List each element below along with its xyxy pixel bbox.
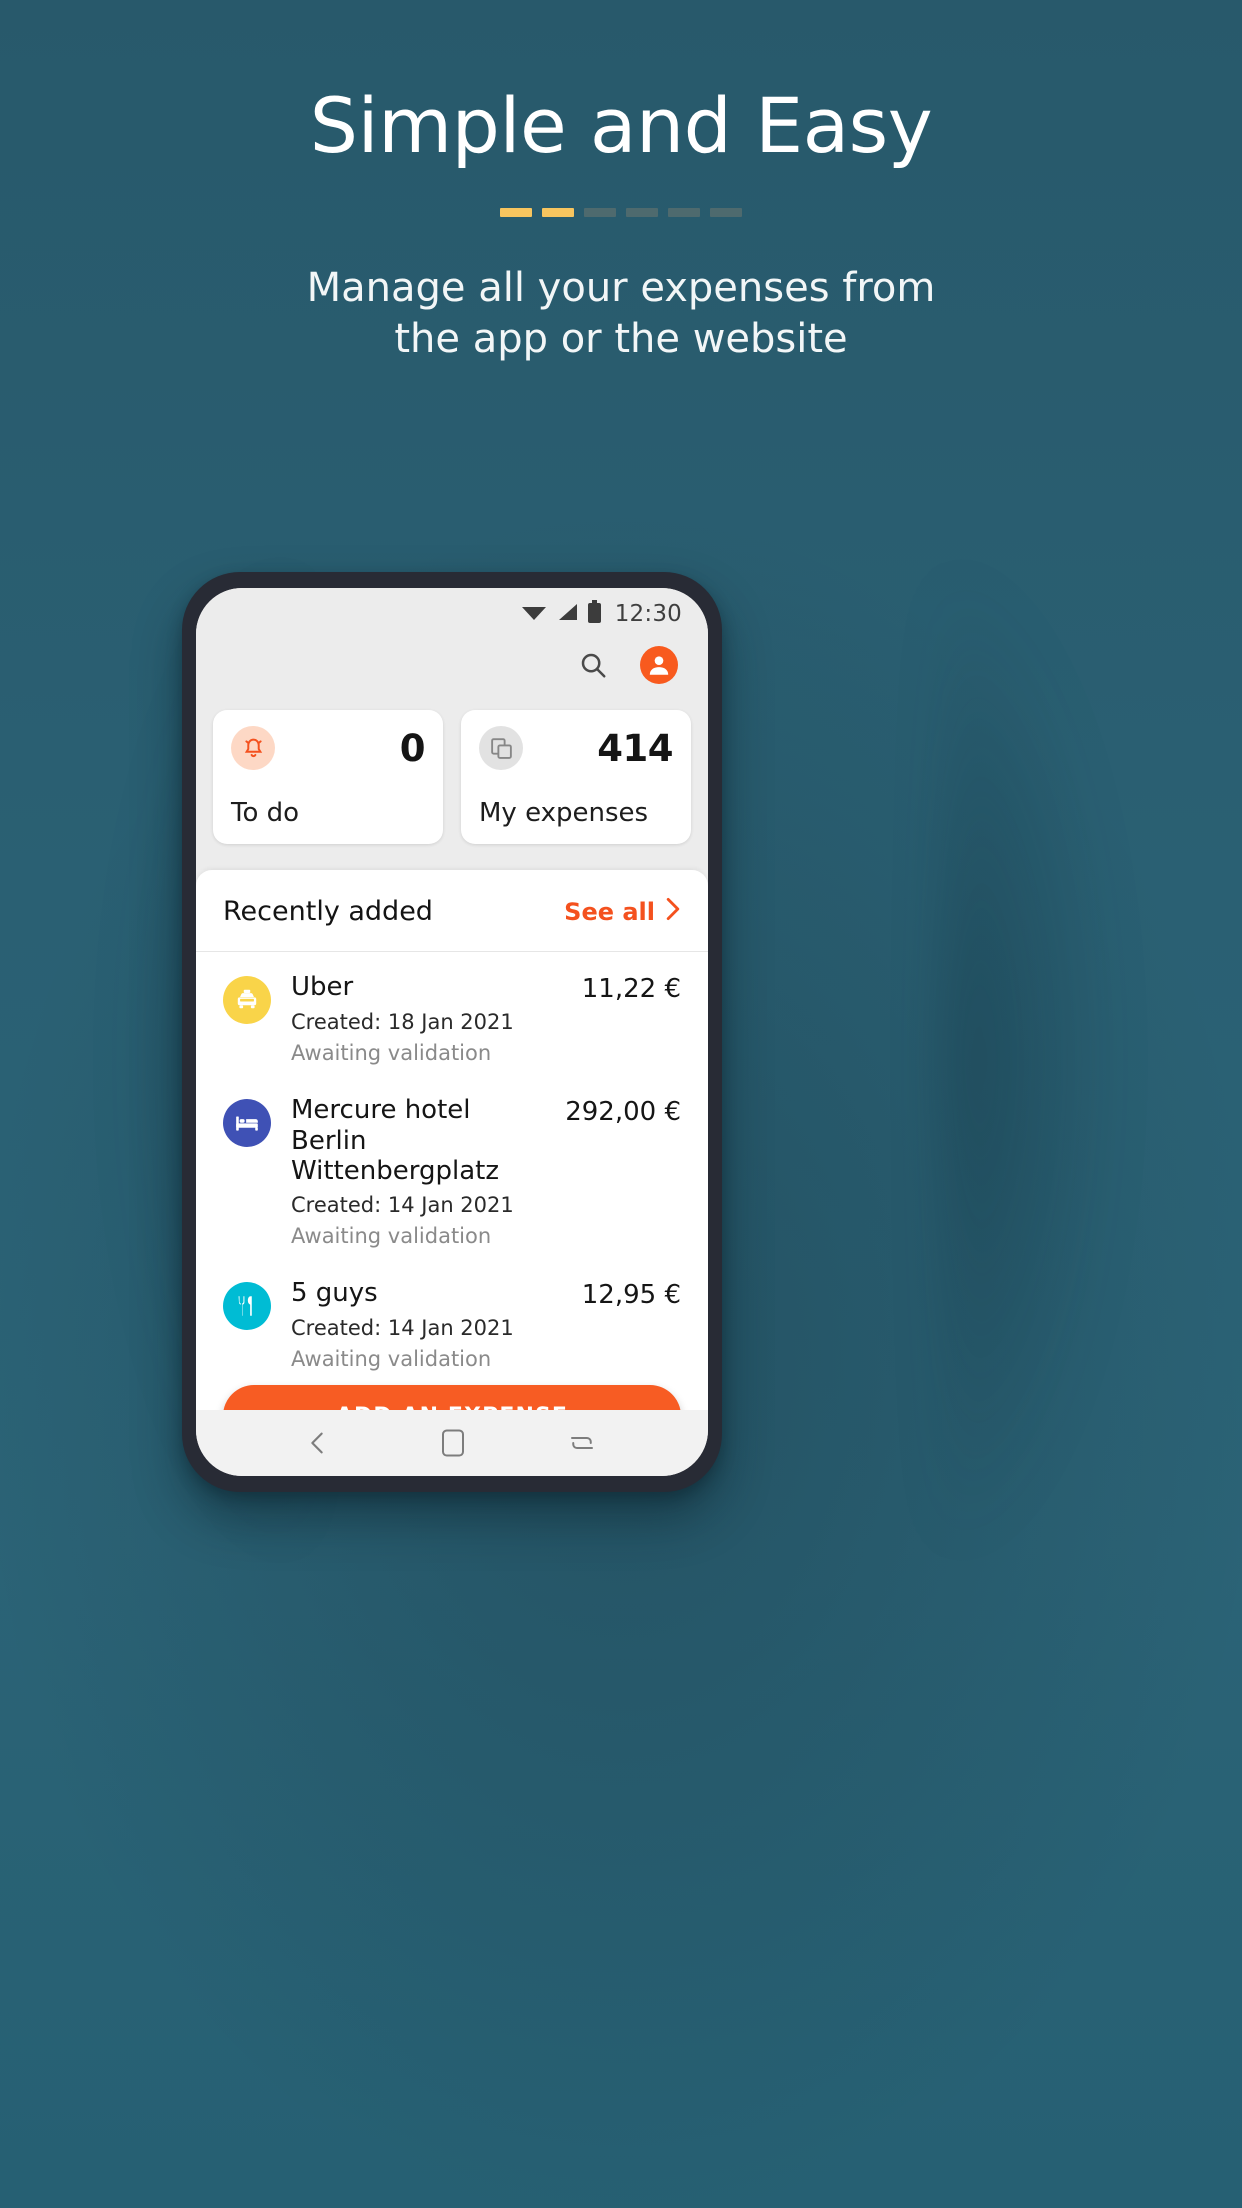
stat-card-my-expenses-value: 414	[597, 726, 673, 770]
hero-subtitle: Manage all your expenses from the app or…	[0, 263, 1242, 365]
status-bar-time: 12:30	[614, 601, 682, 627]
progress-dash-6[interactable]	[710, 208, 742, 217]
list-item-top: Uber 11,22 €	[291, 972, 681, 1004]
back-arrow-icon[interactable]	[307, 1427, 339, 1459]
chevron-right-icon	[665, 897, 681, 927]
sheet-header: Recently added See all	[196, 870, 708, 952]
phone-screen: 12:30 0 To do 414 My expenses Recently a…	[196, 588, 708, 1476]
hero-subtitle-line-2: the app or the website	[394, 316, 848, 363]
list-item-title: Mercure hotel Berlin Wittenbergplatz	[291, 1095, 499, 1187]
stat-card-my-expenses-label: My expenses	[479, 798, 649, 828]
status-bar: 12:30	[196, 588, 708, 634]
progress-indicator	[0, 208, 1242, 217]
list-item[interactable]: 5 guys 12,95 € Created: 14 Jan 2021 Awai…	[196, 1262, 708, 1385]
list-item-amount: 12,95 €	[581, 1280, 681, 1311]
home-square-icon[interactable]	[440, 1428, 466, 1458]
list-item-created: Created: 14 Jan 2021	[291, 1316, 514, 1341]
page-title: Simple and Easy	[309, 81, 933, 170]
list-item[interactable]: Uber 11,22 € Created: 18 Jan 2021 Awaiti…	[196, 956, 708, 1079]
add-expense-button[interactable]: ADD AN EXPENSE	[223, 1385, 681, 1410]
cellular-signal-icon	[556, 602, 578, 626]
battery-icon	[587, 600, 602, 628]
hotel-bed-icon	[223, 1099, 271, 1147]
stat-card-todo-top: 0	[231, 726, 426, 770]
cta-container: ADD AN EXPENSE	[196, 1385, 708, 1410]
background-shadow-right	[942, 560, 1122, 1560]
app-bar	[196, 634, 708, 696]
stat-card-my-expenses[interactable]: 414 My expenses	[461, 710, 691, 844]
list-item-amount: 292,00 €	[565, 1097, 681, 1127]
list-item-status: Awaiting validation	[291, 1224, 492, 1249]
progress-dash-3[interactable]	[584, 208, 616, 217]
search-icon[interactable]	[578, 650, 608, 680]
expense-list: Uber 11,22 € Created: 18 Jan 2021 Awaiti…	[196, 952, 708, 1385]
bell-icon	[231, 726, 275, 770]
sheet-title: Recently added	[223, 896, 433, 927]
list-item-body: Mercure hotel Berlin Wittenbergplatz 292…	[291, 1095, 681, 1248]
list-item-created: Created: 18 Jan 2021	[291, 1010, 514, 1034]
list-item-title: 5 guys	[291, 1278, 378, 1309]
stat-cards: 0 To do 414 My expenses	[196, 696, 708, 870]
stat-card-todo[interactable]: 0 To do	[213, 710, 443, 844]
wifi-icon	[521, 602, 547, 626]
progress-dash-4[interactable]	[626, 208, 658, 217]
stat-card-todo-label: To do	[231, 798, 300, 828]
copy-layers-icon	[479, 726, 523, 770]
list-item-top: 5 guys 12,95 €	[291, 1278, 681, 1310]
list-item-body: 5 guys 12,95 € Created: 14 Jan 2021 Awai…	[291, 1278, 681, 1371]
list-item-body: Uber 11,22 € Created: 18 Jan 2021 Awaiti…	[291, 972, 681, 1065]
list-item-created: Created: 14 Jan 2021	[291, 1193, 514, 1218]
progress-dash-1[interactable]	[500, 208, 532, 217]
recents-icon[interactable]	[567, 1429, 597, 1457]
progress-dash-5[interactable]	[668, 208, 700, 217]
list-item-title: Uber	[291, 972, 354, 1002]
stat-card-my-expenses-top: 414	[479, 726, 673, 770]
hero-subtitle-line-1: Manage all your expenses from	[306, 265, 936, 311]
list-item[interactable]: Mercure hotel Berlin Wittenbergplatz 292…	[196, 1079, 708, 1262]
android-nav-bar	[196, 1410, 708, 1476]
list-item-status: Awaiting validation	[291, 1041, 492, 1065]
list-item-status: Awaiting validation	[291, 1347, 492, 1372]
progress-dash-2[interactable]	[542, 208, 574, 217]
hero-section: Simple and Easy Manage all your expenses…	[0, 0, 1242, 365]
restaurant-icon	[223, 1282, 271, 1331]
list-item-top: Mercure hotel Berlin Wittenbergplatz 292…	[291, 1095, 681, 1187]
see-all-label: See all	[564, 897, 655, 926]
recently-added-sheet: Recently added See all Uber 11,22 € Crea…	[196, 870, 708, 1410]
see-all-button[interactable]: See all	[564, 897, 681, 927]
stat-card-todo-value: 0	[399, 726, 426, 770]
phone-mockup: 12:30 0 To do 414 My expenses Recently a…	[182, 572, 722, 1492]
taxi-icon	[223, 976, 271, 1024]
list-item-amount: 11,22 €	[581, 974, 681, 1004]
account-avatar[interactable]	[640, 646, 678, 684]
